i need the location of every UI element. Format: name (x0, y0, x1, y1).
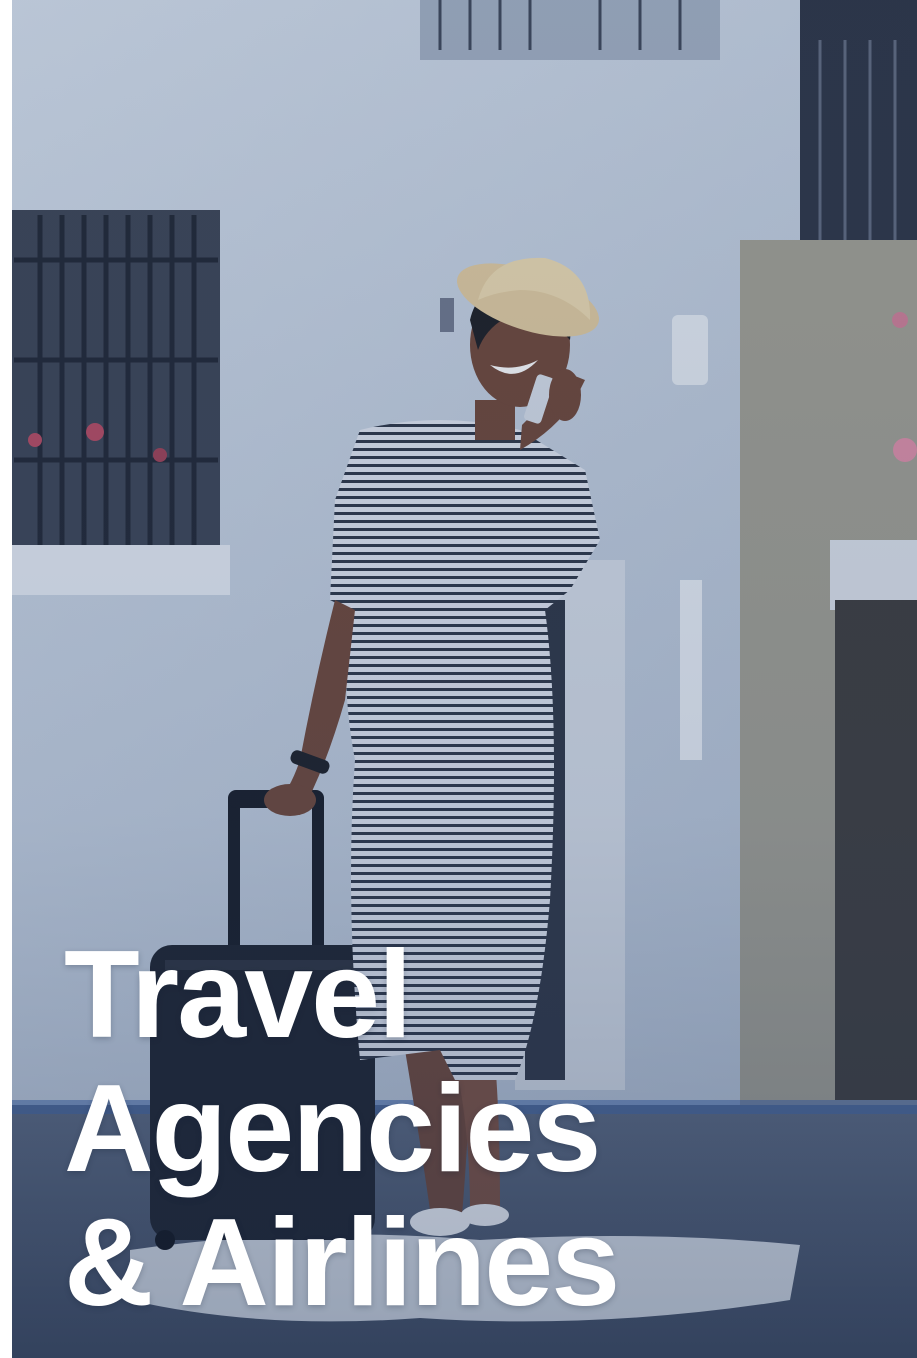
headline-line-2: Agencies (64, 1060, 601, 1198)
headline-line-1: Travel (64, 926, 413, 1064)
headline: Travel Agencies & Airlines (64, 926, 620, 1332)
headline-line-3: & Airlines (64, 1194, 620, 1332)
hero-card: Travel Agencies & Airlines (0, 0, 917, 1358)
